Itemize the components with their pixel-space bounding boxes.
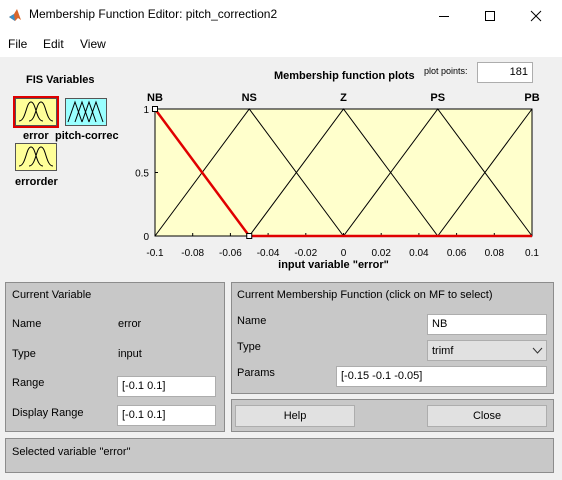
var-error-block[interactable]	[15, 98, 57, 126]
help-button[interactable]: Help	[235, 405, 355, 427]
mf-params-label: Params	[237, 367, 275, 379]
cv-range-label: Range	[12, 377, 45, 389]
mf-name-label: Name	[237, 315, 267, 327]
var-errorder-block[interactable]	[15, 143, 57, 171]
mf-type-label: Type	[237, 341, 261, 353]
mf-thumbnail-icon	[16, 99, 56, 125]
cv-display-range-label: Display Range	[12, 407, 84, 419]
matlab-icon	[8, 8, 22, 22]
var-pitch-correc-label: pitch-correc	[55, 130, 119, 142]
close-button[interactable]: Close	[427, 405, 547, 427]
mf-type-value: trimf	[432, 345, 454, 357]
mf-type-select[interactable]: trimf	[427, 340, 547, 361]
cv-name-value: error	[118, 318, 142, 330]
window-title: Membership Function Editor: pitch_correc…	[29, 7, 278, 21]
maximize-button[interactable]	[467, 0, 513, 31]
menu-file[interactable]: File	[8, 37, 27, 51]
current-variable-heading: Current Variable	[12, 289, 92, 301]
menu-view[interactable]: View	[80, 37, 106, 51]
mf-thumbnail-icon	[16, 144, 56, 170]
var-errorder-label: errorder	[15, 176, 58, 188]
close-window-button[interactable]	[513, 0, 559, 31]
status-text: Selected variable "error"	[12, 446, 131, 458]
current-mf-heading: Current Membership Function (click on MF…	[237, 289, 493, 301]
minimize-button[interactable]	[421, 0, 467, 31]
var-pitch-correc-block[interactable]	[65, 98, 107, 126]
var-error-label: error	[23, 130, 49, 142]
mf-params-input[interactable]: [-0.15 -0.1 -0.05]	[336, 366, 547, 387]
menu-edit[interactable]: Edit	[43, 37, 64, 51]
mf-thumbnail-icon	[66, 99, 106, 125]
plot-title: Membership function plots	[274, 70, 415, 82]
mf-name-input[interactable]: NB	[427, 314, 547, 335]
cv-type-label: Type	[12, 348, 36, 360]
cv-type-value: input	[118, 348, 142, 360]
chevron-down-icon	[532, 345, 543, 359]
cv-name-label: Name	[12, 318, 42, 330]
plot-points-input[interactable]: 181	[477, 62, 533, 83]
cv-display-range-input[interactable]: [-0.1 0.1]	[117, 405, 216, 426]
plot-points-label: plot points:	[424, 66, 468, 76]
fis-variables-heading: FIS Variables	[26, 74, 95, 86]
cv-range-input[interactable]: [-0.1 0.1]	[117, 376, 216, 397]
